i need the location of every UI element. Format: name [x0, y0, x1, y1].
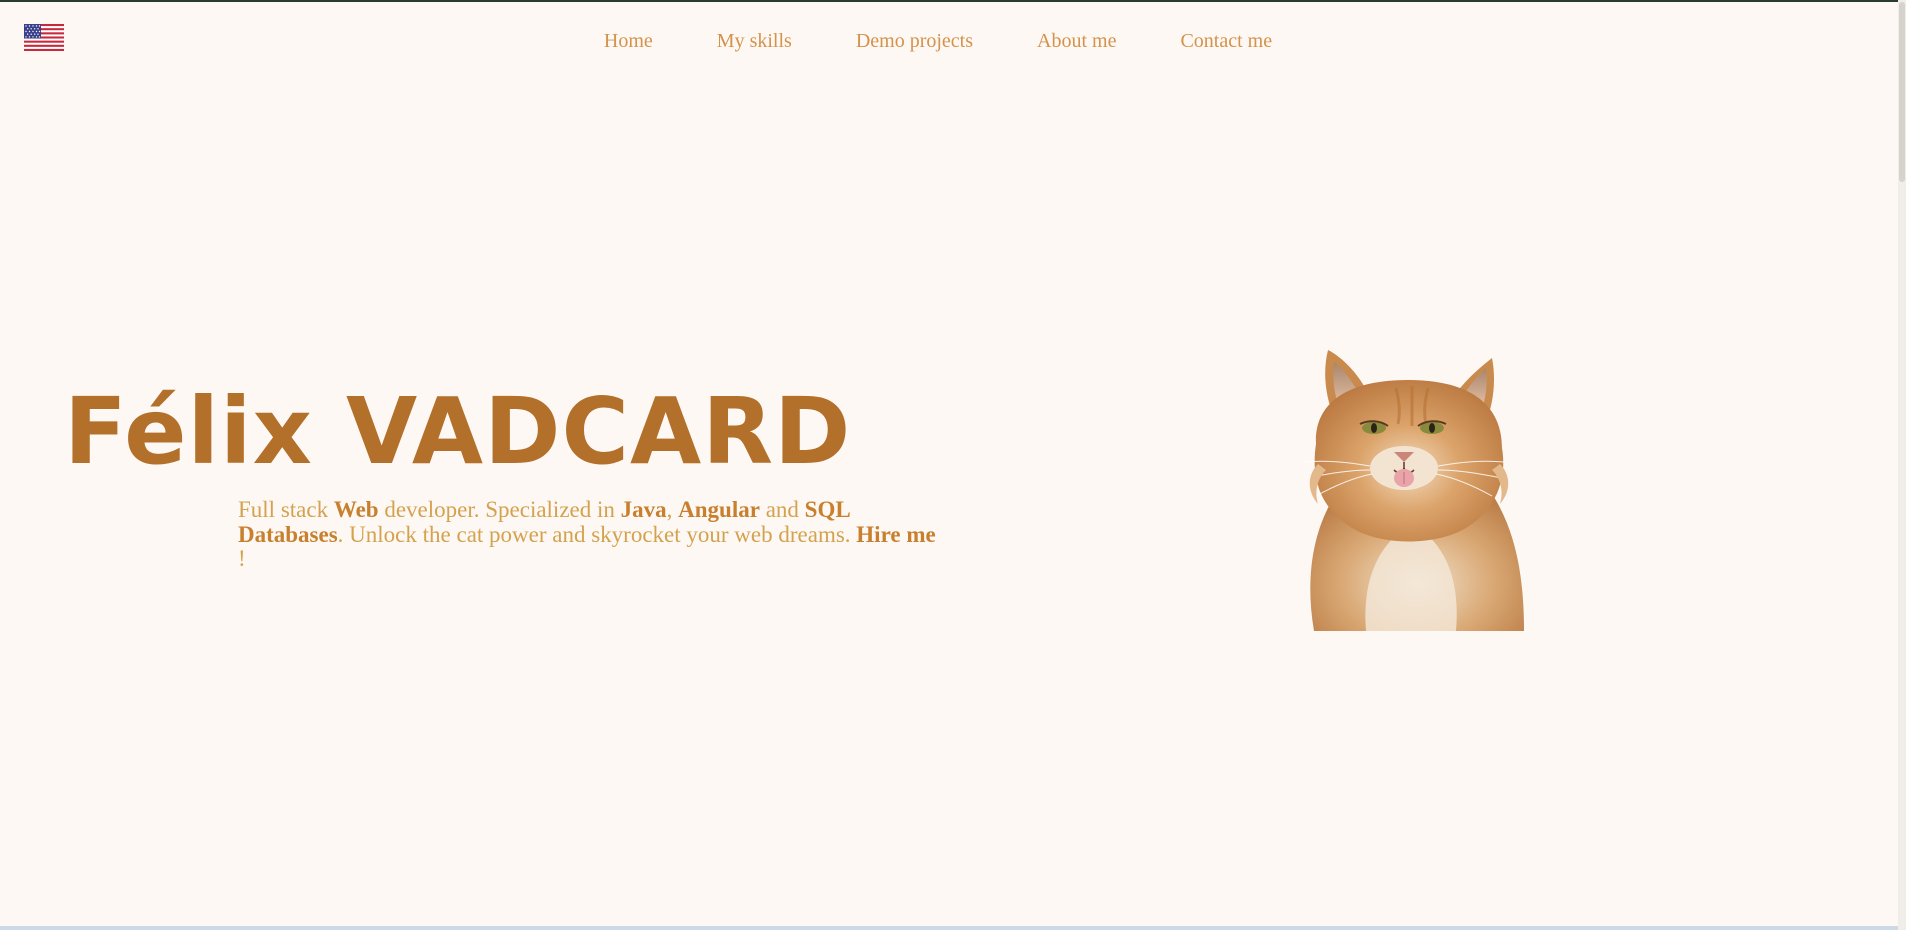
desc-text: Full stack [238, 497, 334, 522]
hire-me-link[interactable]: Hire me [856, 522, 935, 547]
top-border [0, 0, 1906, 2]
desc-text: . Unlock the cat power and skyrocket you… [337, 521, 857, 547]
scrollbar-thumb[interactable] [1899, 2, 1905, 182]
desc-text: ! [238, 546, 246, 571]
nav-link-contact-me[interactable]: Contact me [1180, 30, 1272, 53]
page-scrollbar[interactable] [1898, 0, 1906, 930]
nav-link-home[interactable]: Home [604, 30, 653, 53]
hero-title: Félix VADCARD [64, 378, 852, 485]
main-nav: Home My skills Demo projects About me Co… [0, 30, 1906, 53]
bottom-border [0, 926, 1898, 930]
desc-highlight-angular: Angular [678, 497, 760, 522]
hero-description: Full stack Web developer. Specialized in… [238, 497, 938, 572]
nav-link-about-me[interactable]: About me [1037, 30, 1116, 53]
orange-cat-photo [1296, 344, 1528, 631]
nav-links: Home My skills Demo projects About me Co… [604, 30, 1272, 53]
desc-highlight-java: Java [620, 497, 667, 522]
desc-text: and [759, 497, 805, 522]
desc-text: , [666, 497, 679, 522]
desc-text: developer. Specialized in [378, 497, 621, 522]
desc-highlight-web: Web [333, 497, 379, 522]
nav-link-demo-projects[interactable]: Demo projects [856, 30, 973, 53]
nav-link-my-skills[interactable]: My skills [717, 30, 792, 53]
